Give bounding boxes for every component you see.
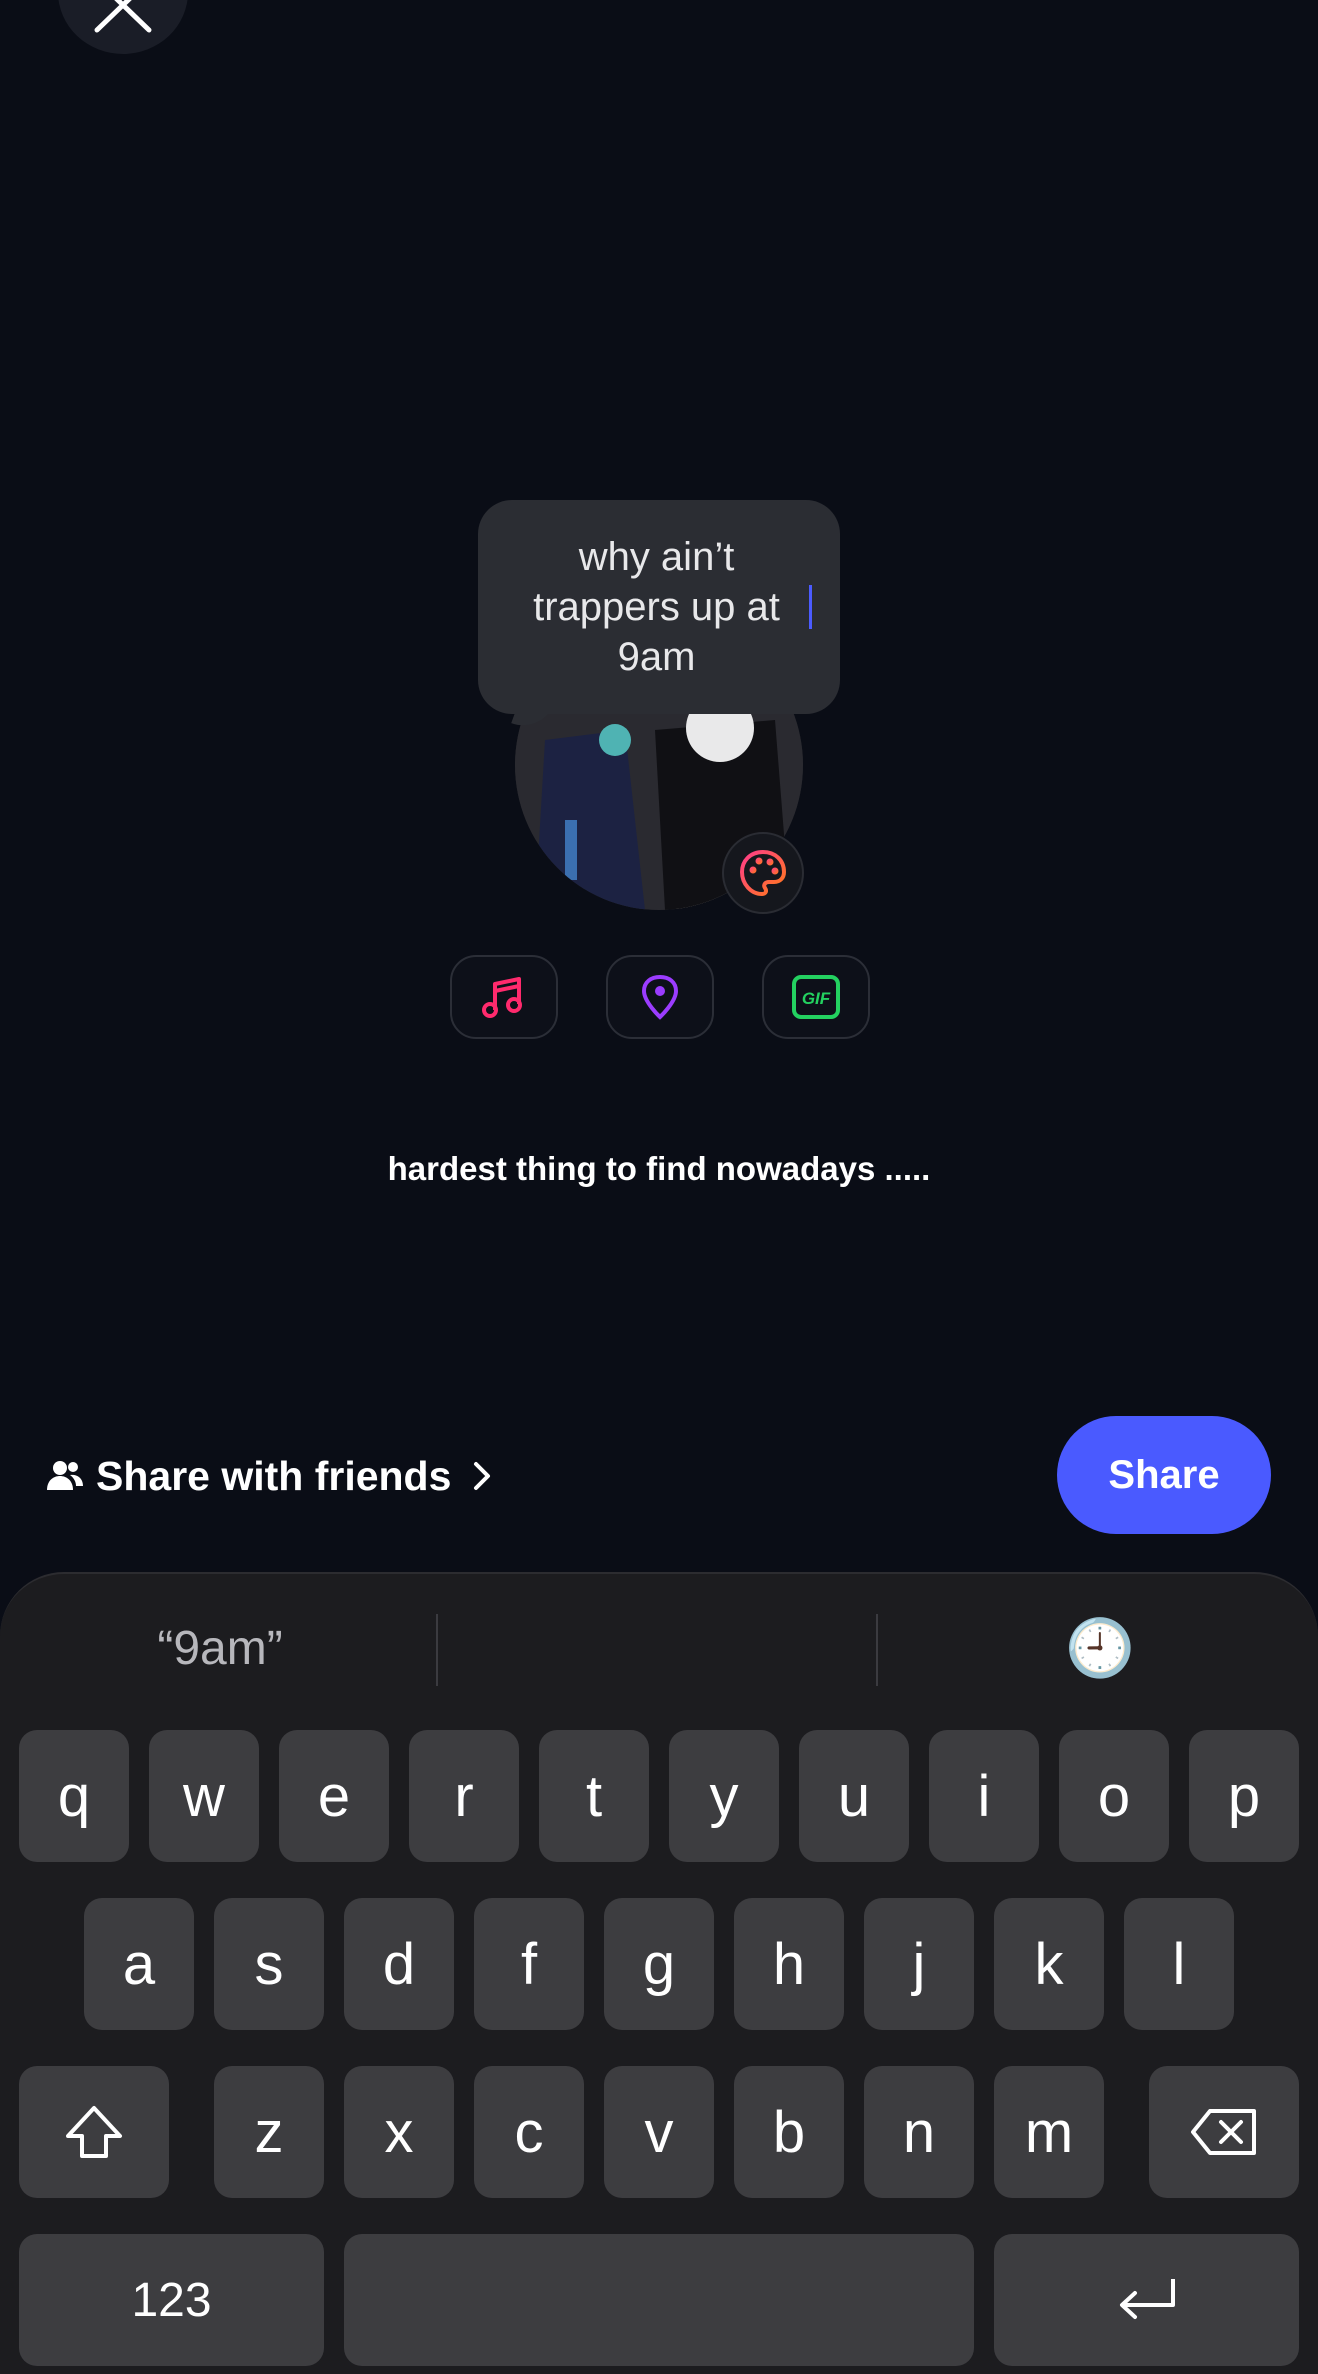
audience-label: Share with friends	[96, 1452, 452, 1499]
return-icon	[1119, 2279, 1175, 2319]
space-key[interactable]	[344, 2234, 974, 2366]
suggestion-empty[interactable]	[440, 1618, 876, 1678]
key-u[interactable]: u	[799, 1730, 909, 1862]
key-r[interactable]: r	[409, 1730, 519, 1862]
return-key[interactable]	[994, 2234, 1299, 2366]
key-j[interactable]: j	[864, 1898, 974, 2030]
key-a[interactable]: a	[84, 1898, 194, 2030]
friends-icon	[47, 1461, 83, 1490]
numbers-key[interactable]: 123	[19, 2234, 324, 2366]
share-button[interactable]: Share	[1057, 1416, 1271, 1534]
key-b[interactable]: b	[734, 2066, 844, 2198]
suggestion-divider	[436, 1614, 438, 1686]
key-y[interactable]: y	[669, 1730, 779, 1862]
suggestion-emoji[interactable]: 🕘	[900, 1616, 1300, 1679]
key-v[interactable]: v	[604, 2066, 714, 2198]
key-f[interactable]: f	[474, 1898, 584, 2030]
audience-selector[interactable]: Share with friends	[46, 1448, 497, 1504]
backspace-icon	[1191, 2109, 1256, 2155]
key-p[interactable]: p	[1189, 1730, 1299, 1862]
svg-text:GIF: GIF	[802, 989, 831, 1008]
music-icon	[482, 977, 522, 1018]
backspace-key[interactable]	[1149, 2066, 1299, 2198]
bubble-text[interactable]: why ain’t trappers up at 9am	[506, 532, 807, 682]
chevron-right-icon	[474, 1462, 491, 1490]
key-h[interactable]: h	[734, 1898, 844, 2030]
suggestion-divider	[876, 1614, 878, 1686]
key-d[interactable]: d	[344, 1898, 454, 2030]
palette-icon	[739, 849, 787, 897]
shift-key[interactable]	[19, 2066, 169, 2198]
key-z[interactable]: z	[214, 2066, 324, 2198]
key-g[interactable]: g	[604, 1898, 714, 2030]
gif-icon: GIF	[792, 975, 840, 1019]
key-i[interactable]: i	[929, 1730, 1039, 1862]
key-w[interactable]: w	[149, 1730, 259, 1862]
key-l[interactable]: l	[1124, 1898, 1234, 2030]
add-gif-button[interactable]: GIF	[762, 955, 870, 1039]
color-palette-button[interactable]	[722, 832, 804, 914]
add-location-button[interactable]	[606, 955, 714, 1039]
key-s[interactable]: s	[214, 1898, 324, 2030]
key-o[interactable]: o	[1059, 1730, 1169, 1862]
suggestion-quoted[interactable]: “9am”	[60, 1618, 380, 1678]
close-button[interactable]	[58, 0, 188, 54]
key-c[interactable]: c	[474, 2066, 584, 2198]
location-pin-icon	[641, 974, 679, 1020]
key-t[interactable]: t	[539, 1730, 649, 1862]
key-q[interactable]: q	[19, 1730, 129, 1862]
shift-icon	[66, 2106, 122, 2158]
add-music-button[interactable]	[450, 955, 558, 1039]
status-bubble[interactable]: why ain’t trappers up at 9am	[478, 500, 840, 714]
key-k[interactable]: k	[994, 1898, 1104, 2030]
close-icon	[94, 0, 152, 33]
post-caption[interactable]: hardest thing to find nowadays .....	[0, 1150, 1318, 1188]
keyboard: “9am” 🕘 q w e r t y u i o p a s d f g h …	[0, 1572, 1318, 2374]
key-e[interactable]: e	[279, 1730, 389, 1862]
key-n[interactable]: n	[864, 2066, 974, 2198]
text-caret	[809, 585, 812, 629]
key-x[interactable]: x	[344, 2066, 454, 2198]
key-m[interactable]: m	[994, 2066, 1104, 2198]
